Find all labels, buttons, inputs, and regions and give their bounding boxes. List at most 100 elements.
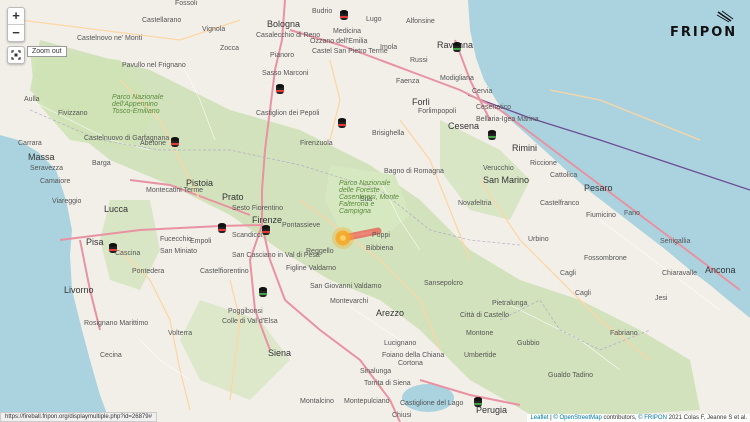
- meteor-icon: [716, 10, 734, 23]
- map-label: Rosignano Marittimo: [84, 320, 149, 327]
- map-label: Città di Castello: [460, 312, 510, 319]
- station-status-band: [171, 143, 179, 145]
- map-label: Castelfiorentino: [200, 268, 249, 275]
- map-label: Vignola: [202, 26, 226, 33]
- attribution-fripon-link[interactable]: © FRIPON: [638, 415, 667, 421]
- map-label: Castel San Pietro Terme: [312, 48, 388, 55]
- map-label: Ozzano dell'Emilia: [310, 38, 368, 45]
- map-label: Fano: [624, 210, 640, 217]
- station-cap: [474, 397, 482, 401]
- map-label: Castiglione del Lago: [400, 400, 464, 407]
- map-label: Foiano della Chiana: [382, 352, 445, 359]
- map-label: Bibbiena: [366, 245, 394, 252]
- station-cap: [338, 118, 346, 122]
- zoom-tooltip: Zoom out: [27, 46, 67, 57]
- attribution-leaflet-link[interactable]: Leaflet: [530, 415, 548, 421]
- station-status-band: [453, 48, 461, 50]
- attribution-osm-link[interactable]: © OpenStreetMap: [553, 415, 601, 421]
- station-cap: [488, 130, 496, 134]
- station-marker-red[interactable]: [340, 10, 348, 22]
- station-cap: [259, 287, 267, 291]
- station-marker-red[interactable]: [262, 225, 270, 237]
- map-label: Cattolica: [550, 172, 578, 179]
- station-marker-red[interactable]: [338, 118, 346, 130]
- station-status-band: [218, 229, 226, 231]
- station-marker-green[interactable]: [474, 397, 482, 409]
- map-label: Colle di Val d'Elsa: [222, 318, 278, 325]
- map-label: Viareggio: [52, 198, 82, 205]
- station-marker-green[interactable]: [488, 130, 496, 142]
- map-view[interactable]: Fossoli Castellarano Budrio Modigliana C…: [0, 0, 750, 422]
- map-label: San Marino: [483, 175, 530, 185]
- map-label: Zocca: [220, 45, 240, 52]
- map-label: Budrio: [312, 8, 333, 15]
- attribution-tail: 2021 Colas F, Jeanne S et al.: [668, 415, 747, 421]
- fullscreen-icon: [11, 50, 21, 60]
- station-cap: [171, 137, 179, 141]
- map-label: Ancona: [705, 265, 736, 275]
- map-label: Sesto Fiorentino: [232, 205, 283, 212]
- logo-text: FRIPON: [670, 25, 738, 40]
- station-status-band: [259, 293, 267, 295]
- map-label: Pesaro: [584, 183, 613, 193]
- map-label: Montecatini Terme: [146, 187, 204, 194]
- map-label: Poggibonsi: [228, 308, 263, 315]
- map-label: Alfonsine: [406, 18, 435, 25]
- station-marker-green[interactable]: [453, 42, 461, 54]
- map-label: Lucca: [104, 204, 129, 214]
- map-label: Sasso Marconi: [262, 70, 309, 77]
- map-label: Carrara: [18, 140, 42, 147]
- station-cap: [276, 84, 284, 88]
- station-status-band: [262, 231, 270, 233]
- station-cap: [262, 225, 270, 229]
- map-label: Livorno: [64, 285, 94, 295]
- map-label: Castellarano: [142, 17, 182, 24]
- map-label: Bologna: [267, 19, 301, 29]
- zoom-in-button[interactable]: +: [8, 8, 24, 24]
- station-status-band: [276, 90, 284, 92]
- attribution: Leaflet | © OpenStreetMap contributors, …: [527, 414, 750, 422]
- station-cap: [453, 42, 461, 46]
- station-marker-red[interactable]: [109, 243, 117, 255]
- map-label: Chiaravalle: [662, 270, 698, 277]
- map-label: Firenze: [252, 215, 283, 225]
- map-label: Arezzo: [376, 308, 405, 318]
- station-marker-red[interactable]: [276, 84, 284, 96]
- zoom-control: + −: [7, 7, 25, 42]
- fullscreen-button[interactable]: [7, 46, 25, 64]
- zoom-out-button[interactable]: −: [8, 24, 24, 41]
- park-label: Parco Nazionale delle Foreste Casentines…: [339, 180, 399, 215]
- map-label: Poppi: [372, 232, 390, 239]
- status-url: https://fireball.fripon.org/displaymulti…: [0, 412, 157, 422]
- map-label: Montone: [466, 330, 494, 337]
- map-label: Cascina: [115, 250, 141, 257]
- map-label: Chiusi: [392, 412, 412, 419]
- map-label: Scandicci: [232, 232, 262, 239]
- map-label: San Giovanni Valdarno: [310, 283, 382, 290]
- map-label: Barga: [92, 160, 111, 167]
- map-label: Fossoli: [175, 0, 198, 7]
- map-label: Faenza: [396, 78, 420, 85]
- map-label: Empoli: [190, 238, 212, 245]
- map-label: Medicina: [333, 28, 362, 35]
- attribution-osm-suffix: contributors,: [603, 415, 637, 421]
- map-label: Fivizzano: [58, 110, 88, 117]
- map-label: Cortona: [398, 360, 423, 367]
- map-label: Pontassieve: [282, 222, 321, 229]
- map-label: Lucignano: [384, 340, 417, 347]
- station-status-band: [488, 136, 496, 138]
- map-label: Pontedera: [132, 268, 165, 275]
- map-label: Forlimpopoli: [418, 108, 457, 115]
- map-label: Figline Valdarno: [286, 265, 337, 272]
- station-marker-green[interactable]: [259, 287, 267, 299]
- map-label: Abetone: [140, 140, 167, 147]
- map-label: Cervia: [472, 88, 493, 95]
- map-label: Montalcino: [300, 398, 334, 405]
- station-cap: [218, 223, 226, 227]
- station-marker-red[interactable]: [218, 223, 226, 235]
- map-label: Urbino: [528, 236, 549, 243]
- map-label: Umbertide: [464, 352, 497, 359]
- fireball-icon[interactable]: [331, 226, 355, 250]
- station-marker-red[interactable]: [171, 137, 179, 149]
- map-label: Pisa: [86, 237, 104, 247]
